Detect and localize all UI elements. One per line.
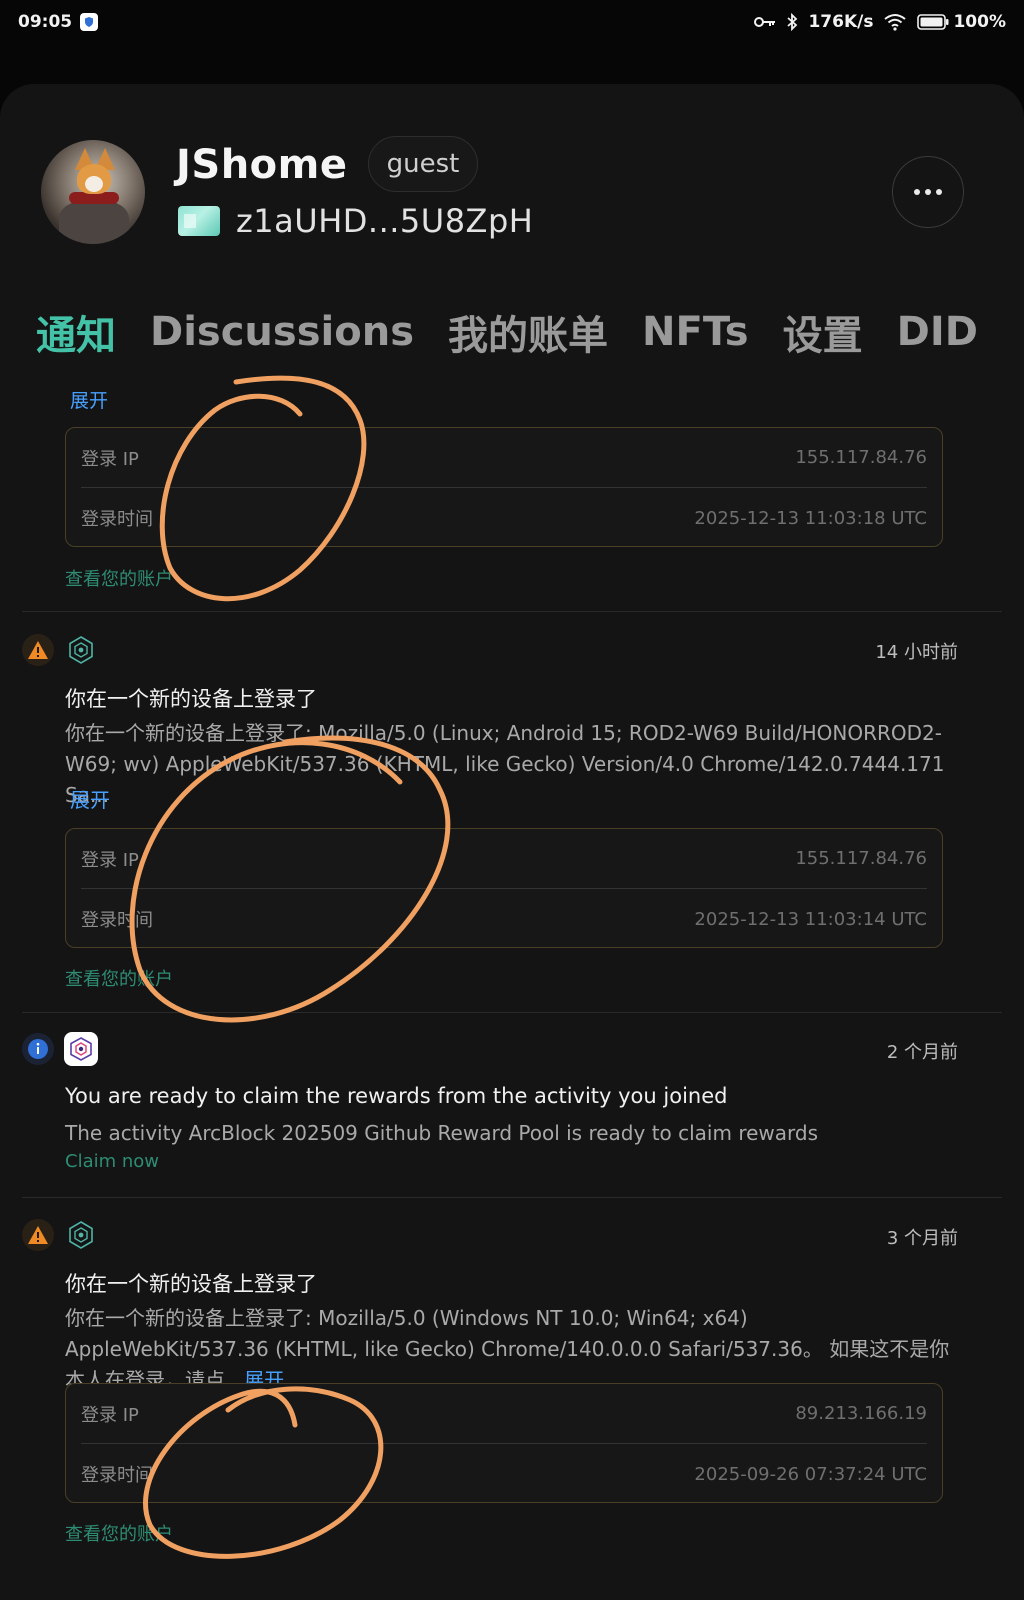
battery-indicator: 100% (917, 12, 1006, 32)
more-dot-icon (936, 189, 942, 195)
shield-icon (80, 13, 99, 31)
notification-time: 14 小时前 (875, 642, 958, 663)
login-time-row: 登录时间 2025-09-26 07:37:24 UTC (81, 1444, 927, 1504)
notification-header (22, 1217, 98, 1253)
notification-header (22, 1031, 98, 1067)
login-ip-label: 登录 IP (81, 849, 139, 871)
status-right: 176K/s 100% (754, 12, 1006, 32)
tab-discussions[interactable]: Discussions (150, 309, 414, 355)
expand-link[interactable]: 展开 (70, 386, 108, 413)
arcblock-app-icon (64, 1032, 98, 1066)
notification-title: 你在一个新的设备上登录了 (65, 687, 317, 711)
avatar-face (85, 176, 103, 192)
login-ip-label: 登录 IP (81, 1404, 139, 1426)
info-icon (22, 1033, 54, 1065)
bluetooth-icon (787, 13, 798, 31)
view-account-link[interactable]: 查看您的账户 (65, 565, 173, 591)
notification-body: 你在一个新的设备上登录了: Mozilla/5.0 (Linux; Androi… (65, 721, 945, 807)
login-time-label: 登录时间 (81, 509, 153, 530)
warning-icon (22, 1219, 54, 1251)
warning-icon (22, 634, 54, 666)
notification-body: The activity ArcBlock 202509 Github Rewa… (65, 1121, 819, 1145)
tab-nfts[interactable]: NFTs (642, 309, 749, 355)
did-address[interactable]: z1aUHD...5U8ZpH (236, 202, 533, 240)
login-time-row: 登录时间 2025-12-13 11:03:18 UTC (81, 488, 927, 548)
status-time: 09:05 (18, 12, 73, 32)
login-ip-row: 登录 IP 155.117.84.76 (81, 829, 927, 889)
role-badge: guest (368, 136, 478, 192)
notification-title: 你在一个新的设备上登录了 (65, 1272, 317, 1296)
login-time-label: 登录时间 (81, 1465, 153, 1486)
divider (22, 1197, 1002, 1198)
notification-time: 2 个月前 (886, 1042, 958, 1063)
view-account-link[interactable]: 查看您的账户 (65, 965, 173, 991)
did-connect-app-icon (64, 633, 98, 667)
login-info-card: 登录 IP 155.117.84.76 登录时间 2025-12-13 11:0… (65, 427, 943, 547)
login-ip-label: 登录 IP (81, 448, 139, 470)
login-ip-value: 89.213.166.19 (795, 1403, 927, 1424)
more-dot-icon (925, 189, 931, 195)
network-speed: 176K/s (808, 12, 874, 32)
status-bar: 09:05 176K/s 100% (0, 0, 1024, 44)
notification-time: 3 个月前 (886, 1228, 958, 1249)
tab-settings[interactable]: 设置 (783, 303, 863, 361)
login-time-value: 2025-09-26 07:37:24 UTC (694, 1463, 927, 1485)
divider (22, 611, 1002, 612)
view-account-link[interactable]: 查看您的账户 (65, 1520, 173, 1546)
notification-header (22, 632, 98, 668)
avatar-armor (59, 200, 129, 244)
login-ip-value: 155.117.84.76 (795, 447, 927, 468)
login-time-row: 登录时间 2025-12-13 11:03:14 UTC (81, 889, 927, 949)
divider (22, 1012, 1002, 1013)
login-time-label: 登录时间 (81, 910, 153, 931)
login-ip-row: 登录 IP 155.117.84.76 (81, 428, 927, 488)
profile-name: JShome (176, 142, 348, 188)
tab-notifications[interactable]: 通知 (36, 303, 116, 361)
more-options-button[interactable] (892, 156, 964, 228)
login-ip-row: 登录 IP 89.213.166.19 (81, 1384, 927, 1444)
wifi-icon (884, 14, 907, 31)
more-dot-icon (914, 189, 920, 195)
tab-did-spaces[interactable]: DID Spa (897, 309, 986, 355)
expand-link[interactable]: 展开 (70, 784, 110, 813)
battery-level: 100% (953, 12, 1006, 32)
key-icon (754, 17, 776, 27)
login-time-value: 2025-12-13 11:03:18 UTC (694, 507, 927, 529)
login-info-card: 登录 IP 89.213.166.19 登录时间 2025-09-26 07:3… (65, 1383, 943, 1503)
tab-bar: 通知 Discussions 我的账单 NFTs 设置 DID Spa (36, 302, 986, 362)
login-info-card: 登录 IP 155.117.84.76 登录时间 2025-12-13 11:0… (65, 828, 943, 948)
notification-title: You are ready to claim the rewards from … (65, 1084, 728, 1108)
did-wallet-icon (178, 206, 220, 236)
login-time-value: 2025-12-13 11:03:14 UTC (694, 908, 927, 930)
did-connect-app-icon (64, 1218, 98, 1252)
did-row[interactable]: z1aUHD...5U8ZpH (178, 202, 533, 240)
battery-icon (917, 14, 949, 30)
login-ip-value: 155.117.84.76 (795, 848, 927, 869)
status-left: 09:05 (18, 12, 99, 32)
notification-body-text: 你在一个新的设备上登录了: Mozilla/5.0 (Windows NT 10… (65, 1306, 950, 1392)
tab-billing[interactable]: 我的账单 (448, 303, 608, 361)
avatar[interactable] (41, 140, 145, 244)
claim-now-link[interactable]: Claim now (65, 1151, 159, 1172)
